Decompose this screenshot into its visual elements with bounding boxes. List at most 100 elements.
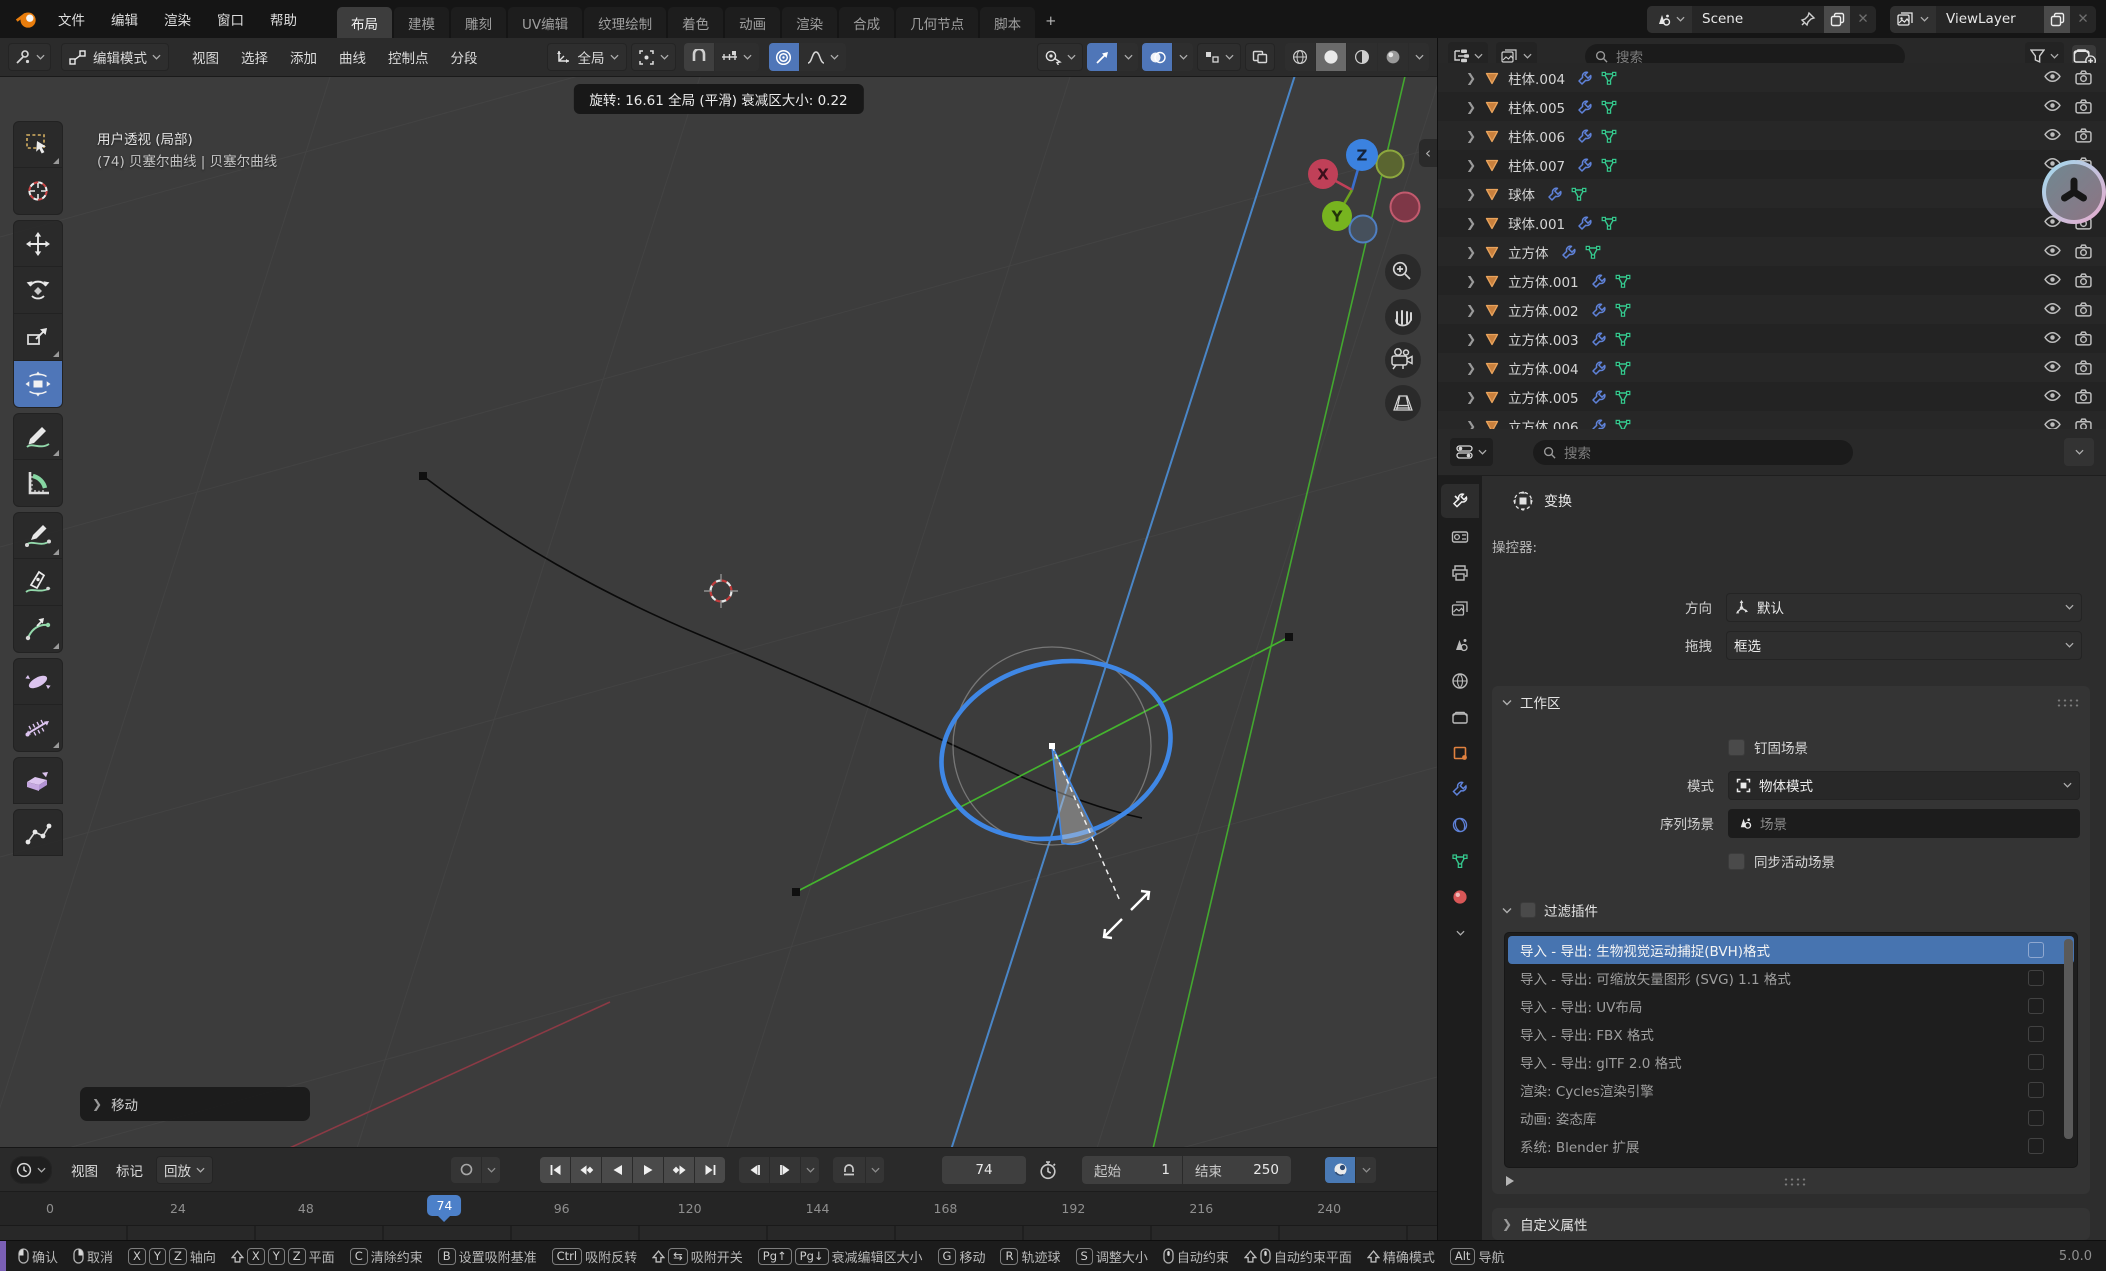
addon-enable-checkbox[interactable] xyxy=(2028,1026,2044,1042)
outliner-row[interactable]: ❯球体 xyxy=(1438,179,2106,208)
properties-object-tab[interactable] xyxy=(1441,736,1479,770)
pin-icon[interactable] xyxy=(1800,11,1816,27)
show-gizmo-dropdown[interactable] xyxy=(1037,43,1083,71)
expand-chevron-icon[interactable]: ❯ xyxy=(1466,100,1476,114)
sync-active-scene-checkbox[interactable] xyxy=(1728,853,1745,870)
mesh-data-icon[interactable] xyxy=(1601,99,1617,115)
outliner-row[interactable]: ❯立方体.003 xyxy=(1438,324,2106,353)
object-name[interactable]: 柱体.006 xyxy=(1508,126,1565,146)
mesh-data-icon[interactable] xyxy=(1615,302,1631,318)
menu-文件[interactable]: 文件 xyxy=(46,5,97,33)
add-workspace-button[interactable]: + xyxy=(1037,7,1064,38)
workspace-tab-动画[interactable]: 动画 xyxy=(725,7,780,38)
snap-target-dropdown[interactable] xyxy=(715,43,759,71)
mesh-data-icon[interactable] xyxy=(1615,418,1631,430)
filter-addons-checkbox[interactable] xyxy=(1520,902,1536,918)
workspace-tab-雕刻[interactable]: 雕刻 xyxy=(451,7,506,38)
viewport-3d[interactable]: Z X Y xyxy=(0,77,1437,1147)
object-name[interactable]: 立方体.002 xyxy=(1508,300,1579,320)
addon-enable-checkbox[interactable] xyxy=(2028,942,2044,958)
frame-step-dropdown[interactable] xyxy=(801,1157,819,1183)
outliner-row[interactable]: ❯柱体.007 xyxy=(1438,150,2106,179)
outliner-row[interactable]: ❯立方体.001 xyxy=(1438,266,2106,295)
object-name[interactable]: 立方体 xyxy=(1508,242,1549,262)
previous-keyframe-button[interactable] xyxy=(571,1157,601,1183)
properties-search-input[interactable]: 搜索 xyxy=(1533,440,1853,465)
mesh-data-icon[interactable] xyxy=(1601,215,1617,231)
expand-chevron-icon[interactable]: ❯ xyxy=(1466,361,1476,375)
hide-eye-icon[interactable] xyxy=(2044,70,2061,83)
falloff-dropdown[interactable] xyxy=(800,43,846,71)
properties-collection-tab[interactable] xyxy=(1441,700,1479,734)
tool-measure-button[interactable] xyxy=(13,460,63,507)
object-name[interactable]: 球体.001 xyxy=(1508,213,1565,233)
workspace-tab-脚本[interactable]: 脚本 xyxy=(980,7,1035,38)
timeline-ruler[interactable]: 024489612014416819221624074 xyxy=(0,1191,1437,1225)
menu-渲染[interactable]: 渲染 xyxy=(152,5,203,33)
tool-shear-button[interactable] xyxy=(13,705,63,752)
object-name[interactable]: 球体 xyxy=(1508,184,1535,204)
expand-triangle-icon[interactable] xyxy=(1506,1176,1514,1186)
addon-list-scrollbar[interactable] xyxy=(2064,939,2073,1139)
render-camera-icon[interactable] xyxy=(2075,244,2092,259)
render-camera-icon[interactable] xyxy=(2075,128,2092,143)
xray-toggle[interactable] xyxy=(1245,43,1275,71)
hide-eye-icon[interactable] xyxy=(2044,418,2061,429)
pivot-point-dropdown[interactable] xyxy=(631,43,676,71)
workspace-tab-布局[interactable]: 布局 xyxy=(337,7,392,38)
modifier-wrench-icon[interactable] xyxy=(1577,128,1593,144)
outliner-row[interactable]: ❯立方体.005 xyxy=(1438,382,2106,411)
modifier-wrench-icon[interactable] xyxy=(1561,244,1577,260)
mode-dropdown[interactable]: 编辑模式 xyxy=(61,43,169,71)
addon-row[interactable]: 导入 - 导出: 可缩放矢量图形 (SVG) 1.1 格式 xyxy=(1508,964,2074,992)
modifier-wrench-icon[interactable] xyxy=(1577,70,1593,86)
operator-redo-panel[interactable]: ❯ 移动 xyxy=(80,1087,310,1121)
tool-cursor-button[interactable] xyxy=(13,168,63,215)
scene-browse-button[interactable] xyxy=(1647,6,1692,33)
gizmos-toggle[interactable] xyxy=(1087,43,1117,71)
object-name[interactable]: 立方体.004 xyxy=(1508,358,1579,378)
expand-chevron-icon[interactable]: ❯ xyxy=(1466,303,1476,317)
addon-row[interactable]: 动画: 姿态库 xyxy=(1508,1104,2074,1132)
outliner-row[interactable]: ❯柱体.005 xyxy=(1438,92,2106,121)
preview-range-dropdown[interactable] xyxy=(866,1157,884,1183)
frame-end-field[interactable]: 结束250 xyxy=(1183,1156,1291,1184)
menu-窗口[interactable]: 窗口 xyxy=(205,5,256,33)
render-camera-icon[interactable] xyxy=(2075,389,2092,404)
properties-tool-tab[interactable] xyxy=(1441,484,1479,518)
properties-viewlayer-tab[interactable] xyxy=(1441,592,1479,626)
expand-chevron-icon[interactable]: ❯ xyxy=(1466,390,1476,404)
hide-eye-icon[interactable] xyxy=(2044,302,2061,315)
render-camera-icon[interactable] xyxy=(2075,418,2092,429)
object-name[interactable]: 柱体.004 xyxy=(1508,68,1565,88)
outliner-row[interactable]: ❯柱体.004 xyxy=(1438,63,2106,92)
shading-material-button[interactable] xyxy=(1347,43,1377,71)
overlays-dropdown[interactable] xyxy=(1173,43,1193,71)
tool-tilt-button[interactable] xyxy=(13,658,63,705)
modifier-wrench-icon[interactable] xyxy=(1591,418,1607,430)
object-name[interactable]: 柱体.007 xyxy=(1508,155,1565,175)
mesh-data-icon[interactable] xyxy=(1615,273,1631,289)
jump-to-start-button[interactable] xyxy=(540,1157,570,1183)
menu-帮助[interactable]: 帮助 xyxy=(258,5,309,33)
expand-chevron-icon[interactable]: ❯ xyxy=(1466,332,1476,346)
modifier-wrench-icon[interactable] xyxy=(1577,157,1593,173)
hide-eye-icon[interactable] xyxy=(2044,244,2061,257)
new-scene-copy-button[interactable] xyxy=(1824,6,1850,33)
properties-physics-tab[interactable] xyxy=(1441,808,1479,842)
workspace-tab-渲染[interactable]: 渲染 xyxy=(782,7,837,38)
sync-playback-toggle[interactable] xyxy=(1325,1157,1355,1183)
tool-transform-button[interactable] xyxy=(13,361,63,408)
properties-options-dropdown[interactable] xyxy=(2064,438,2094,466)
gizmos-dropdown[interactable] xyxy=(1118,43,1138,71)
hide-eye-icon[interactable] xyxy=(2044,128,2061,141)
addon-row[interactable]: 导入 - 导出: 生物视觉运动捕捉(BVH)格式 xyxy=(1508,936,2074,964)
modifier-wrench-icon[interactable] xyxy=(1577,99,1593,115)
panel-drag-grip[interactable] xyxy=(2056,698,2080,707)
addon-row[interactable]: 导入 - 导出: FBX 格式 xyxy=(1508,1020,2074,1048)
remove-viewlayer-button[interactable]: ✕ xyxy=(2070,6,2096,33)
properties-editor-type-dropdown[interactable] xyxy=(1450,438,1493,466)
timeline-menu-视图[interactable]: 视图 xyxy=(62,1156,107,1184)
play-reverse-button[interactable] xyxy=(602,1157,632,1183)
modifier-wrench-icon[interactable] xyxy=(1591,331,1607,347)
